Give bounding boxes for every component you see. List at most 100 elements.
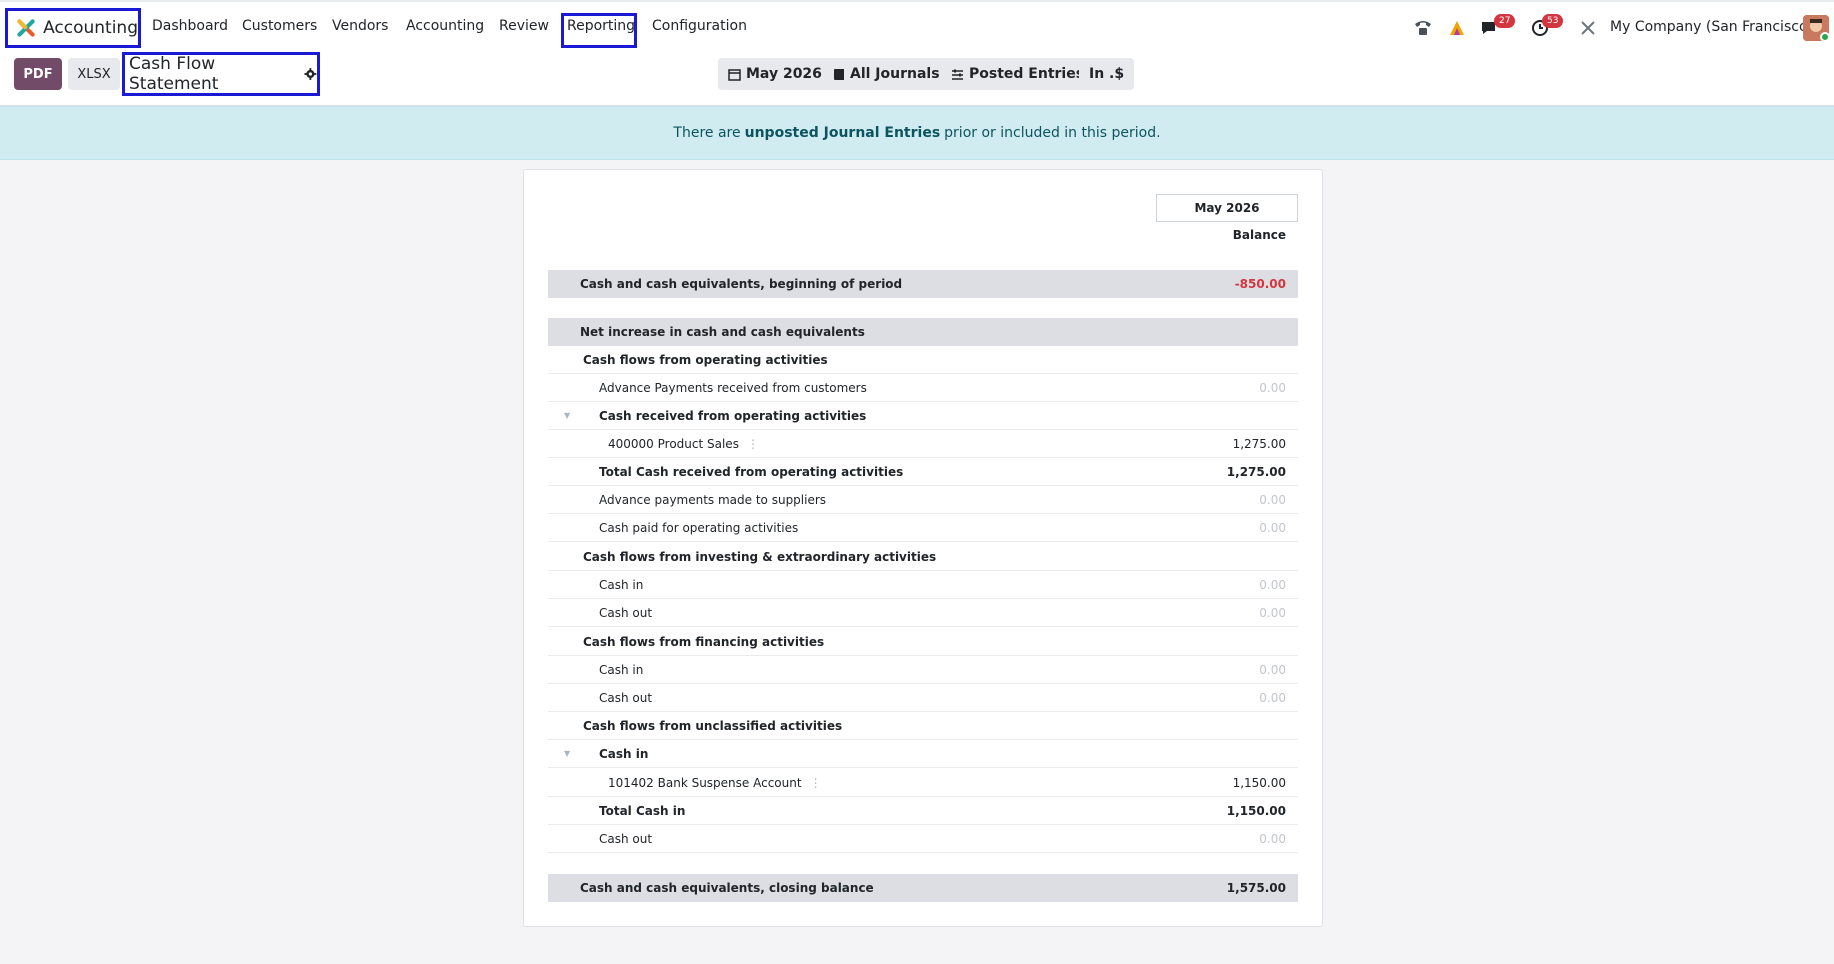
row-label: Advance Payments received from customers <box>599 380 867 395</box>
nav-configuration[interactable]: Configuration <box>652 18 747 34</box>
kebab-menu-icon[interactable]: ⋮ <box>747 437 759 451</box>
row-amount: 0.00 <box>1259 605 1286 620</box>
row-amount: 0.00 <box>1259 380 1286 395</box>
collapse-caret-icon[interactable]: ▼ <box>564 411 570 420</box>
control-panel: PDF XLSX Cash Flow Statement May 2026 Al… <box>0 52 1834 106</box>
table-row[interactable]: 400000 Product Sales ⋮ 1,275.00 <box>548 430 1298 458</box>
kebab-menu-icon[interactable]: ⋮ <box>810 776 822 790</box>
sliders-icon <box>952 69 963 80</box>
table-row[interactable]: Total Cash received from operating activ… <box>548 458 1298 486</box>
row-label: Cash flows from investing & extraordinar… <box>583 549 937 564</box>
journals-filter-label: All Journals <box>850 66 940 82</box>
row-amount: 0.00 <box>1259 690 1286 705</box>
calendar-icon <box>728 68 741 81</box>
accounting-app-icon <box>17 19 35 37</box>
row-amount: 0.00 <box>1259 492 1286 507</box>
date-filter-button[interactable]: May 2026 <box>718 58 832 90</box>
row-amount: -850.00 <box>1234 277 1286 291</box>
journals-filter-button[interactable]: All Journals <box>823 58 950 90</box>
nav-review[interactable]: Review <box>499 18 549 34</box>
table-row[interactable]: Cash flows from unclassified activities <box>548 712 1298 740</box>
nav-accounting[interactable]: Accounting <box>406 18 484 34</box>
row-label: Cash in <box>599 662 644 677</box>
row-label: Cash in <box>599 577 644 592</box>
report-title: Cash Flow Statement <box>129 54 219 94</box>
assistant-icon[interactable] <box>1447 18 1467 38</box>
posted-entries-filter-button[interactable]: Posted Entries <box>941 58 1095 90</box>
company-switcher[interactable]: My Company (San Francisco) <box>1610 19 1813 35</box>
row-label: Cash out <box>599 605 653 620</box>
table-row[interactable]: Cash in 0.00 <box>548 656 1298 684</box>
table-row[interactable]: Cash paid for operating activities 0.00 <box>548 514 1298 542</box>
pdf-button[interactable]: PDF <box>14 58 62 90</box>
table-row[interactable]: Cash out 0.00 <box>548 825 1298 853</box>
table-row[interactable]: Cash out 0.00 <box>548 684 1298 712</box>
app-brand[interactable]: Accounting <box>5 8 141 48</box>
alert-prefix: There are <box>673 125 741 141</box>
alert-suffix: prior or included in this period. <box>944 125 1161 141</box>
tools-icon[interactable] <box>1578 18 1598 38</box>
currency-filter-button[interactable]: In .$ <box>1079 58 1135 90</box>
period-column-header[interactable]: May 2026 <box>1156 194 1298 222</box>
table-row[interactable]: Cash out 0.00 <box>548 599 1298 627</box>
row-amount: 1,275.00 <box>1226 464 1286 479</box>
row-amount: 0.00 <box>1259 520 1286 535</box>
table-row[interactable]: 101402 Bank Suspense Account ⋮ 1,150.00 <box>548 769 1298 797</box>
nav-dashboard[interactable]: Dashboard <box>152 18 228 34</box>
row-label: Cash received from operating activities <box>599 408 867 423</box>
table-row[interactable]: Cash flows from investing & extraordinar… <box>548 543 1298 571</box>
row-label: Total Cash in <box>599 803 686 818</box>
row-amount: 1,150.00 <box>1232 775 1286 790</box>
alert-unposted-link[interactable]: unposted Journal Entries <box>745 125 941 141</box>
xlsx-button[interactable]: XLSX <box>68 58 120 90</box>
unposted-entries-alert: There are unposted Journal Entries prior… <box>0 106 1834 160</box>
activities-badge: 53 <box>1542 14 1564 28</box>
row-amount: 0.00 <box>1259 577 1286 592</box>
row-label: Cash paid for operating activities <box>599 520 799 535</box>
row-label: Cash flows from unclassified activities <box>583 718 843 733</box>
table-row[interactable]: Total Cash in 1,150.00 <box>548 797 1298 825</box>
top-navbar: Accounting Dashboard Customers Vendors A… <box>0 0 1834 52</box>
collapse-caret-icon[interactable]: ▼ <box>564 749 570 758</box>
table-row[interactable]: Cash flows from financing activities <box>548 628 1298 656</box>
row-amount: 1,150.00 <box>1226 803 1286 818</box>
currency-filter-label: In .$ <box>1089 66 1125 82</box>
nav-vendors[interactable]: Vendors <box>332 18 388 34</box>
row-label: Advance payments made to suppliers <box>599 492 827 507</box>
phone-icon[interactable] <box>1413 18 1433 38</box>
gear-icon[interactable] <box>304 67 317 81</box>
row-label: Cash and cash equivalents, closing balan… <box>580 881 874 895</box>
row-amount: 0.00 <box>1259 831 1286 846</box>
row-amount: 1,575.00 <box>1226 881 1286 895</box>
report-title-highlight: Cash Flow Statement <box>122 52 320 96</box>
table-row[interactable]: Cash and cash equivalents, beginning of … <box>548 270 1298 298</box>
row-label: Cash flows from financing activities <box>583 634 825 649</box>
row-label: 400000 Product Sales <box>608 436 739 451</box>
row-label: 101402 Bank Suspense Account <box>608 775 802 790</box>
account-line: 101402 Bank Suspense Account ⋮ <box>608 776 822 790</box>
row-label: Total Cash received from operating activ… <box>599 464 904 479</box>
row-label: Cash in <box>599 746 649 761</box>
table-row[interactable]: Cash in 0.00 <box>548 571 1298 599</box>
date-filter-label: May 2026 <box>746 66 822 82</box>
row-label: Cash and cash equivalents, beginning of … <box>580 277 903 291</box>
messages-badge: 27 <box>1494 14 1516 28</box>
nav-reporting[interactable]: Reporting <box>567 18 635 34</box>
nav-customers[interactable]: Customers <box>242 18 317 34</box>
balance-column-header: Balance <box>1232 228 1286 242</box>
row-label: Cash out <box>599 831 653 846</box>
row-amount: 1,275.00 <box>1232 436 1286 451</box>
posted-entries-filter-label: Posted Entries <box>969 66 1085 82</box>
table-row[interactable]: Cash flows from operating activities <box>548 346 1298 374</box>
table-row[interactable]: Advance Payments received from customers… <box>548 374 1298 402</box>
table-row[interactable]: Cash and cash equivalents, closing balan… <box>548 874 1298 902</box>
app-name: Accounting <box>43 18 138 38</box>
row-label: Cash out <box>599 690 653 705</box>
table-row[interactable]: Advance payments made to suppliers 0.00 <box>548 486 1298 514</box>
online-status-dot <box>1820 32 1830 42</box>
table-row[interactable]: Net increase in cash and cash equivalent… <box>548 318 1298 346</box>
table-row[interactable]: ▼ Cash received from operating activitie… <box>548 402 1298 430</box>
row-label: Cash flows from operating activities <box>583 352 828 367</box>
account-line: 400000 Product Sales ⋮ <box>608 437 759 451</box>
table-row[interactable]: ▼ Cash in <box>548 740 1298 768</box>
